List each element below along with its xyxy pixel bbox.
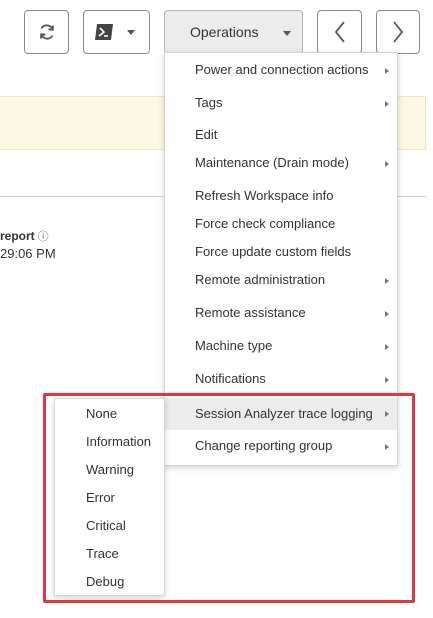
chevron-right-icon	[385, 344, 389, 350]
menu-item-label: Notifications	[195, 371, 266, 386]
operations-label: Operations	[190, 24, 259, 40]
operations-dropdown-button[interactable]: Operations	[164, 10, 303, 54]
menu-item-label: Change reporting group	[195, 438, 333, 453]
report-heading: report ⓘ	[0, 228, 49, 244]
submenu-item-information[interactable]: Information	[55, 429, 164, 455]
menu-item-maintenance[interactable]: Maintenance (Drain mode)	[165, 150, 397, 176]
chevron-right-icon	[385, 444, 389, 450]
menu-item-label: Remote administration	[195, 272, 326, 287]
chevron-down-icon	[127, 30, 135, 35]
menu-item-label: Force check compliance	[195, 216, 336, 231]
menu-item-remote-assistance[interactable]: Remote assistance	[165, 300, 397, 326]
menu-item-label: Machine type	[195, 338, 273, 353]
menu-item-label: Session Analyzer trace logging	[195, 406, 373, 421]
menu-item-label: Tags	[195, 95, 223, 110]
menu-item-remote-administration[interactable]: Remote administration	[165, 267, 397, 293]
info-icon: ⓘ	[37, 231, 49, 243]
menu-item-force-check-compliance[interactable]: Force check compliance	[165, 211, 397, 237]
menu-item-label: Maintenance (Drain mode)	[195, 155, 349, 170]
menu-item-label: Edit	[195, 127, 218, 142]
submenu-item-debug[interactable]: Debug	[55, 569, 164, 595]
menu-item-machine-type[interactable]: Machine type	[165, 333, 397, 359]
menu-item-label: Power and connection actions	[195, 62, 369, 77]
report-time: 29:06 PM	[0, 246, 56, 261]
menu-item-force-update-custom-fields[interactable]: Force update custom fields	[165, 239, 397, 265]
submenu-item-critical[interactable]: Critical	[55, 513, 164, 539]
menu-item-refresh-workspace-info[interactable]: Refresh Workspace info	[165, 183, 397, 209]
menu-item-label: Refresh Workspace info	[195, 188, 334, 203]
next-button[interactable]	[376, 10, 420, 54]
menu-item-edit[interactable]: Edit	[165, 122, 397, 148]
console-dropdown-button[interactable]	[83, 10, 150, 54]
chevron-right-icon	[385, 161, 389, 167]
submenu-item-trace[interactable]: Trace	[55, 541, 164, 567]
menu-item-label: Force update custom fields	[195, 244, 352, 259]
refresh-icon	[39, 24, 54, 40]
chevron-right-icon	[385, 101, 389, 107]
menu-item-change-reporting-group[interactable]: Change reporting group	[165, 433, 397, 459]
chevron-right-icon	[393, 21, 404, 43]
submenu-item-none[interactable]: None	[55, 401, 164, 427]
trace-logging-submenu: None Information Warning Error Critical …	[54, 398, 165, 596]
menu-item-label: Remote assistance	[195, 305, 306, 320]
submenu-item-error[interactable]: Error	[55, 485, 164, 511]
chevron-down-icon	[283, 31, 291, 36]
previous-button[interactable]	[317, 10, 362, 54]
menu-item-tags[interactable]: Tags	[165, 90, 397, 116]
chevron-left-icon	[334, 21, 345, 43]
menu-item-notifications[interactable]: Notifications	[165, 366, 397, 392]
report-label: report	[0, 229, 35, 243]
terminal-icon	[95, 24, 113, 40]
refresh-button[interactable]	[24, 10, 69, 54]
menu-item-session-analyzer-trace-logging[interactable]: Session Analyzer trace logging	[165, 398, 397, 430]
chevron-right-icon	[385, 68, 389, 74]
submenu-item-warning[interactable]: Warning	[55, 457, 164, 483]
chevron-right-icon	[385, 377, 389, 383]
chevron-right-icon	[385, 411, 389, 417]
menu-item-power-connection[interactable]: Power and connection actions	[165, 57, 397, 83]
chevron-right-icon	[385, 311, 389, 317]
chevron-right-icon	[385, 278, 389, 284]
operations-menu: Power and connection actions Tags Edit M…	[164, 52, 398, 466]
